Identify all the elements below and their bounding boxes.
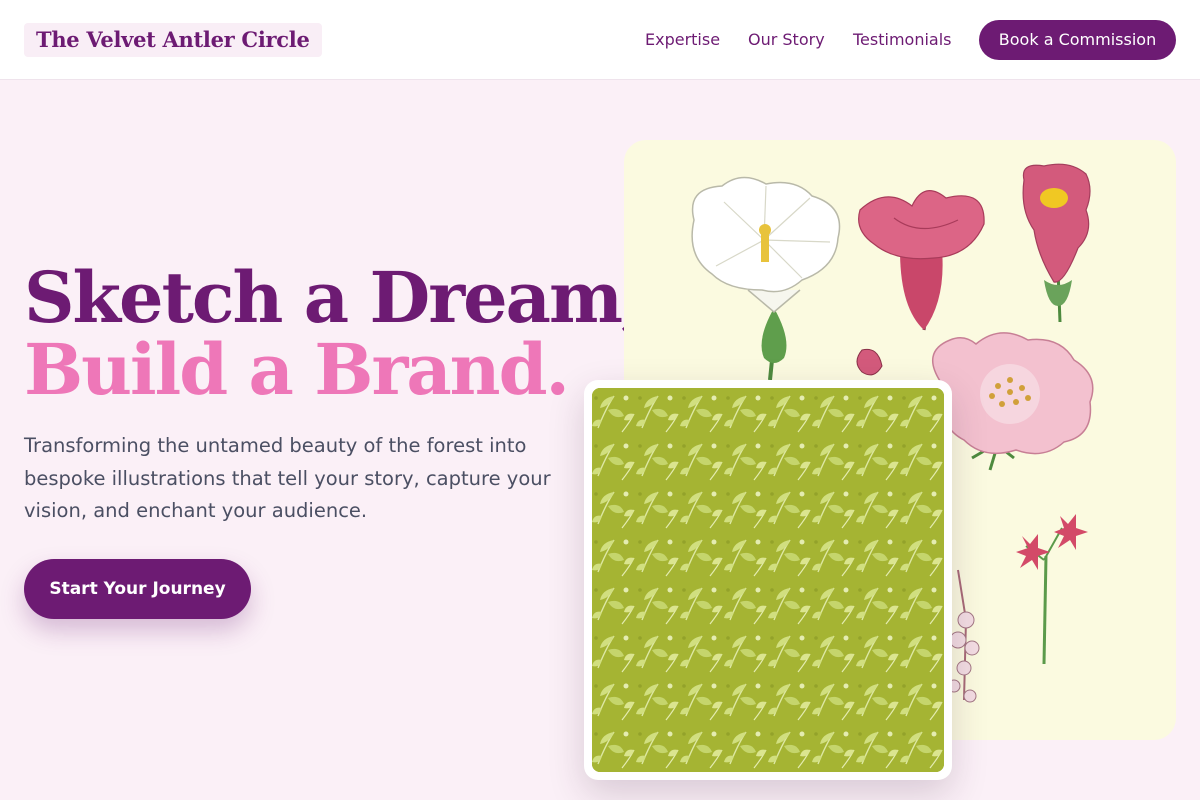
floral-pattern-image	[592, 388, 944, 772]
small-bud-illustration	[856, 348, 883, 376]
hero-title: Sketch a Dream, Build a Brand.	[24, 256, 645, 411]
wild-rose-illustration	[932, 332, 1094, 471]
book-commission-button[interactable]: Book a Commission	[979, 20, 1176, 60]
hero-description: Transforming the untamed beauty of the f…	[24, 434, 551, 522]
blossom-stem-illustration	[947, 569, 980, 703]
nav-link-expertise[interactable]: Expertise	[645, 30, 720, 50]
nav-link-our-story[interactable]: Our Story	[748, 30, 825, 50]
start-journey-button[interactable]: Start Your Journey	[24, 559, 251, 619]
pink-bud-illustration	[858, 190, 985, 331]
white-flower-illustration	[691, 176, 841, 381]
hero-title-line-1: Sketch a Dream,	[24, 256, 645, 339]
snapdragon-illustration	[1022, 163, 1091, 323]
nav-link-testimonials[interactable]: Testimonials	[853, 30, 952, 50]
brand-logo[interactable]: The Velvet Antler Circle	[24, 23, 322, 57]
hero-title-line-2: Build a Brand.	[24, 328, 570, 411]
pattern-card	[584, 380, 952, 780]
site-header: The Velvet Antler Circle Expertise Our S…	[0, 0, 1200, 80]
star-flower-illustration	[1016, 514, 1088, 665]
